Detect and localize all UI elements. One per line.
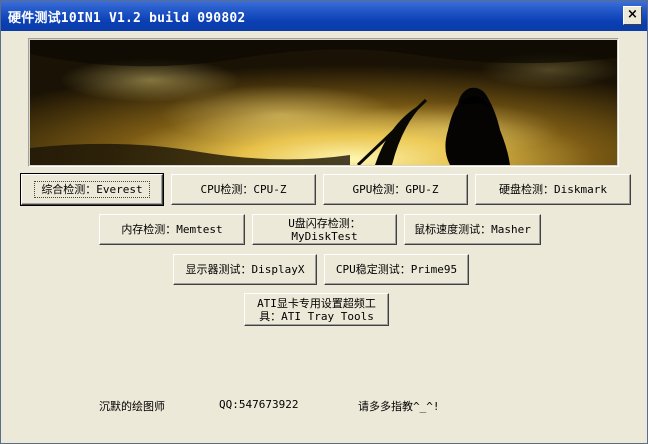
masher-button[interactable]: 鼠标速度测试：Masher xyxy=(404,214,541,245)
close-icon: × xyxy=(627,7,638,22)
prime95-button-label: CPU稳定测试：Prime95 xyxy=(335,263,458,276)
qq-label: QQ:547673922 xyxy=(219,398,299,411)
grim-reaper-banner-image xyxy=(30,40,617,165)
ati-button-label-line2: 具：ATI Tray Tools xyxy=(259,309,374,323)
displayx-button-label: 显示器测试：DisplayX xyxy=(185,263,305,276)
app-window: 硬件测试10IN1 V1.2 build 090802 × 综合检测：Evere… xyxy=(0,0,648,444)
gpuz-button[interactable]: GPU检测：GPU-Z xyxy=(323,174,468,205)
mydisktest-button[interactable]: U盘闪存检测： MyDiskTest xyxy=(252,214,397,245)
note-label: 请多多指教^_^! xyxy=(358,400,440,413)
author-label: 沉默的绘图师 xyxy=(99,400,165,413)
ati-tray-tools-button[interactable]: ATI显卡专用设置超频工 具：ATI Tray Tools xyxy=(244,293,389,326)
window-title: 硬件测试10IN1 V1.2 build 090802 xyxy=(8,11,246,26)
ati-button-label-line1: ATI显卡专用设置超频工 xyxy=(257,296,376,310)
masher-button-label: 鼠标速度测试：Masher xyxy=(414,223,531,236)
title-bar[interactable]: 硬件测试10IN1 V1.2 build 090802 × xyxy=(1,1,647,31)
prime95-button[interactable]: CPU稳定测试：Prime95 xyxy=(324,254,469,285)
diskmark-button-label: 硬盘检测：Diskmark xyxy=(499,183,607,196)
cpuz-button[interactable]: CPU检测：CPU-Z xyxy=(171,174,316,205)
banner-frame xyxy=(28,38,619,167)
diskmark-button[interactable]: 硬盘检测：Diskmark xyxy=(475,174,631,205)
gpuz-button-label: GPU检测：GPU-Z xyxy=(352,183,439,196)
everest-button[interactable]: 综合检测：Everest xyxy=(20,173,164,206)
memtest-button[interactable]: 内存检测：Memtest xyxy=(99,214,245,245)
memtest-button-label: 内存检测：Memtest xyxy=(121,223,223,236)
displayx-button[interactable]: 显示器测试：DisplayX xyxy=(173,254,317,285)
cpuz-button-label: CPU检测：CPU-Z xyxy=(200,183,287,196)
close-button[interactable]: × xyxy=(623,6,642,25)
mydisktest-button-label-line1: U盘闪存检测： xyxy=(288,216,361,230)
everest-button-label: 综合检测：Everest xyxy=(34,181,150,198)
mydisktest-button-label-line2: MyDiskTest xyxy=(291,229,358,243)
